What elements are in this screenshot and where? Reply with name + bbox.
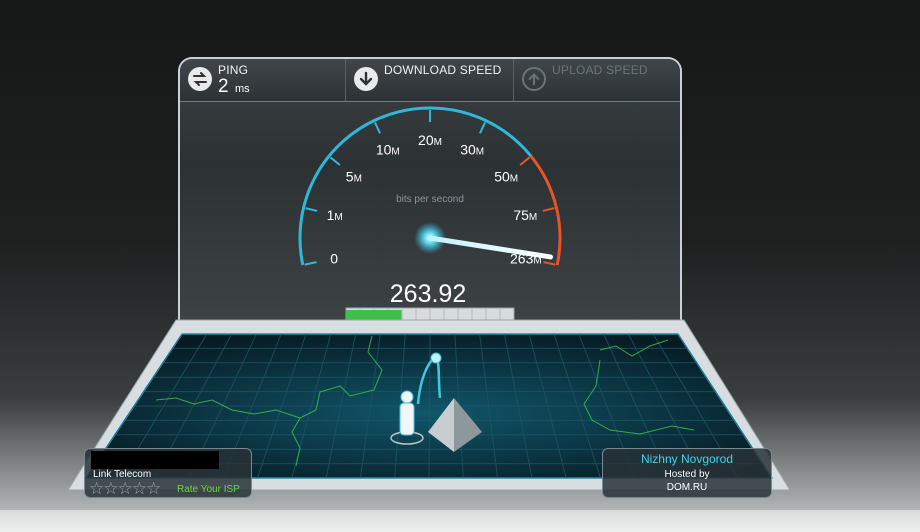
host-name: DOM.RU [666,482,708,493]
server-city[interactable]: Nizhny Novgorod [603,452,771,466]
connection-point-icon [430,352,442,364]
hosted-by-label: Hosted by [664,469,710,480]
rating-stars[interactable]: ☆☆☆☆☆ [89,479,161,499]
isp-panel: Link Telecom ☆☆☆☆☆ Rate Your ISP [84,448,252,498]
rate-isp-link[interactable]: Rate Your ISP [177,484,240,495]
redacted-ip [91,451,219,469]
server-panel: Nizhny Novgorod Hosted by DOM.RU [602,448,772,498]
